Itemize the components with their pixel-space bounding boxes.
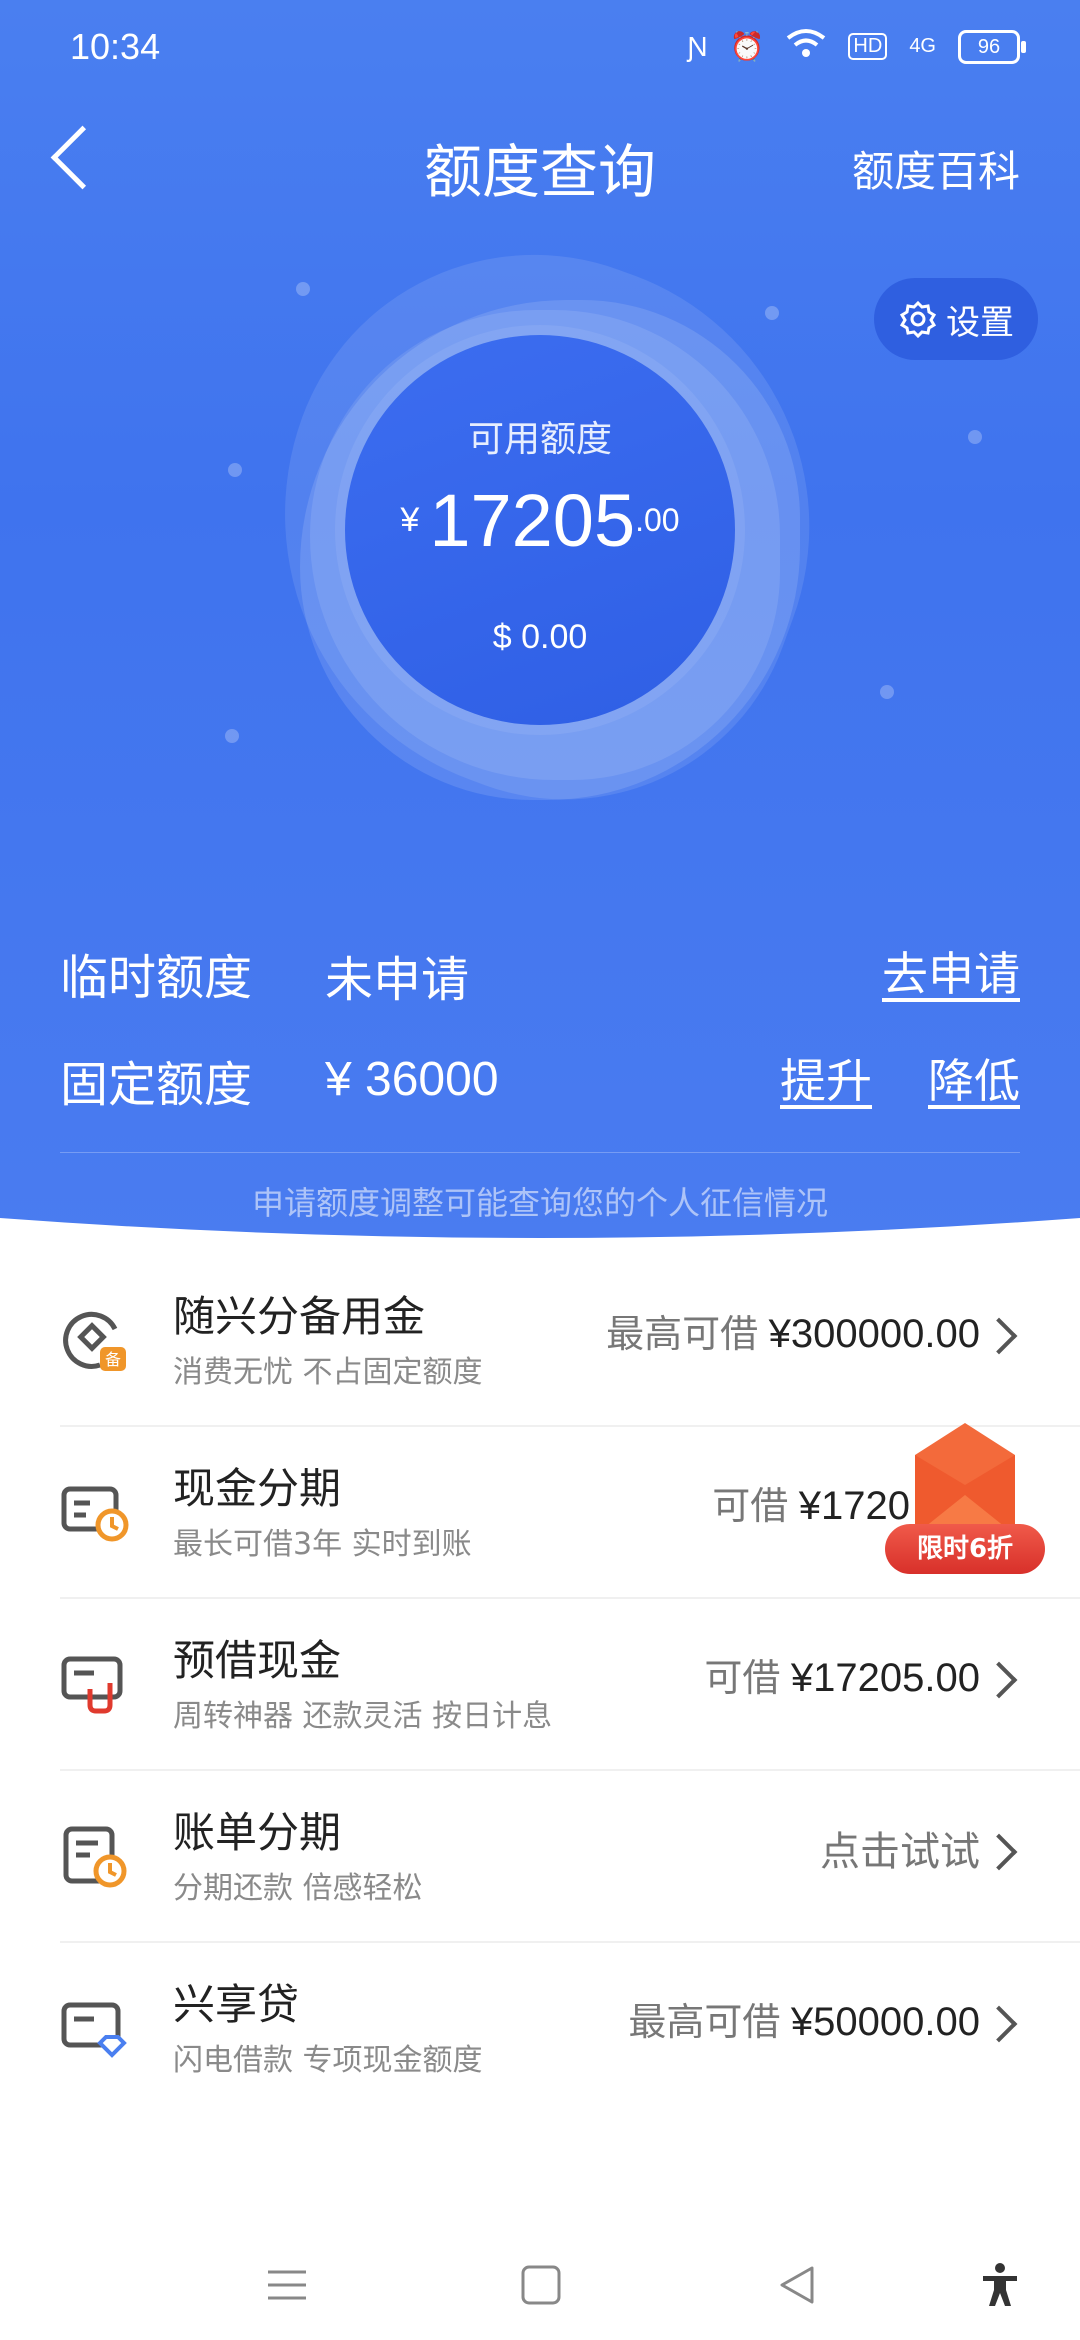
available-credit-label: 可用额度 — [467, 419, 612, 460]
item-value: 最高可借 ¥50000.00 — [628, 1991, 980, 2046]
item-value-prefix: 可借 — [704, 1658, 791, 1700]
item-value-amount: ¥50000.00 — [790, 2000, 980, 2044]
item-value-amount: 点击试试 — [820, 1830, 980, 1874]
home-icon[interactable] — [516, 2260, 566, 2310]
status-bar: 10:34 Ɲ ⏰ HD 4G 96 — [0, 0, 1080, 100]
divider — [60, 1152, 1020, 1153]
item-value: 点击试试 — [820, 1819, 980, 1877]
chevron-right-icon — [980, 1833, 1018, 1871]
decor-dot — [296, 282, 310, 296]
currency-symbol: ¥ — [400, 501, 420, 539]
svg-text:备: 备 — [105, 1350, 121, 1369]
item-name: 现金分期 — [173, 1464, 342, 1513]
status-icons: Ɲ ⏰ HD 4G 96 — [687, 28, 1026, 65]
battery-icon: 96 — [958, 29, 1026, 64]
temporary-credit-value: 未申请 — [325, 952, 470, 1008]
item-value: 最高可借 ¥300000.00 — [606, 1303, 980, 1358]
reserve-fund-icon: 备 — [63, 1311, 126, 1371]
list-item[interactable]: 兴享贷 闪电借款 专项现金额度 最高可借 ¥50000.00 — [0, 1943, 1080, 2115]
item-value-amount: ¥300000.00 — [768, 1312, 980, 1356]
decor-dot — [880, 685, 894, 699]
loan-card-icon — [61, 2002, 127, 2058]
signal-icon: 4G — [909, 35, 936, 57]
chevron-right-icon — [980, 2005, 1018, 2043]
item-name: 账单分期 — [173, 1808, 342, 1857]
fixed-credit-value: ¥ 36000 — [325, 1053, 499, 1106]
encyclopedia-link[interactable]: 额度百科 — [852, 138, 1020, 199]
item-desc: 分期还款 倍感轻松 — [173, 1871, 423, 1906]
fixed-credit-label: 固定额度 — [60, 1057, 253, 1113]
item-name: 兴享贷 — [173, 1980, 300, 2029]
item-value: 可借 ¥17205.00 — [704, 1647, 980, 1702]
accessibility-icon[interactable] — [975, 2260, 1025, 2310]
nfc-icon: Ɲ — [687, 30, 708, 62]
system-nav-bar — [0, 2230, 1080, 2340]
settings-button[interactable]: 设置 — [874, 278, 1038, 360]
promo-badge[interactable]: 限时6折 — [885, 1524, 1045, 1574]
amount-integer: 17205 — [429, 479, 636, 562]
item-value-amount: ¥17205.00 — [790, 1656, 980, 1700]
item-desc: 最长可借3年 实时到账 — [173, 1527, 472, 1562]
decor-dot — [228, 463, 242, 477]
usd-credit-amount: $ 0.00 — [492, 618, 588, 656]
decor-dot — [765, 306, 779, 320]
list-item[interactable]: 账单分期 分期还款 倍感轻松 点击试试 — [0, 1771, 1080, 1943]
item-value-prefix: 最高可借 — [606, 1314, 769, 1356]
cash-advance-icon — [61, 1656, 123, 1714]
hd-icon: HD — [848, 33, 888, 60]
item-name: 预借现金 — [173, 1636, 342, 1685]
item-value-prefix: 可借 — [712, 1486, 799, 1528]
list-item[interactable]: 备 随兴分备用金 消费无忧 不占固定额度 最高可借 ¥300000.00 — [0, 1255, 1080, 1427]
menu-icon[interactable] — [262, 2260, 312, 2310]
status-time: 10:34 — [70, 26, 161, 67]
chevron-right-icon — [980, 1661, 1018, 1699]
temporary-credit-label: 临时额度 — [60, 950, 253, 1006]
chevron-right-icon — [980, 1317, 1018, 1355]
back-nav-icon[interactable] — [772, 2260, 822, 2310]
lower-credit-link[interactable]: 降低 — [928, 1045, 1020, 1111]
wifi-icon — [786, 28, 826, 65]
decor-dot — [225, 729, 239, 743]
apply-temporary-link[interactable]: 去申请 — [882, 938, 1020, 1004]
alarm-icon: ⏰ — [729, 31, 765, 62]
item-name: 随兴分备用金 — [173, 1292, 426, 1341]
list-item[interactable]: 预借现金 周转神器 还款灵活 按日计息 可借 ¥17205.00 — [0, 1599, 1080, 1771]
raise-credit-link[interactable]: 提升 — [780, 1045, 872, 1111]
item-desc: 周转神器 还款灵活 按日计息 — [173, 1699, 553, 1734]
available-credit-amount: ¥17205.00 — [0, 478, 1080, 563]
cash-installment-icon — [61, 1486, 129, 1542]
item-desc: 消费无忧 不占固定额度 — [173, 1355, 483, 1390]
item-value: 可借 ¥1720 — [712, 1475, 910, 1530]
item-value-prefix: 最高可借 — [628, 2002, 791, 2044]
amount-decimal: .00 — [635, 502, 680, 538]
settings-label: 设置 — [946, 302, 1014, 343]
bill-installment-icon — [63, 1826, 127, 1888]
item-desc: 闪电借款 专项现金额度 — [173, 2043, 483, 2078]
gear-icon — [899, 300, 937, 339]
